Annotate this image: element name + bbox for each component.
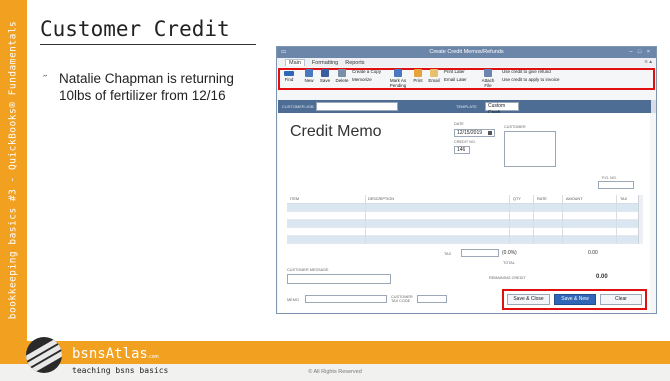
customer-job-label: CUSTOMER:JOB [282,104,314,109]
tab-main[interactable]: Main [285,59,305,66]
table-row[interactable] [287,212,643,220]
col-qty: QTY [513,197,521,201]
total-label: TOTAL [503,261,515,265]
toolbar: Find New Save Delete Create a Copy Memor… [278,68,656,90]
save-new-button[interactable]: Save & New [554,294,596,305]
use-credit-refund-button[interactable]: Use credit to give refund [502,69,572,74]
clear-button[interactable]: Clear [600,294,642,305]
grid-divider [562,195,563,244]
paperclip-icon [484,69,492,77]
bullet-text: Natalie Chapman is returning 10lbs of fe… [59,71,234,103]
delete-button[interactable]: Delete [334,69,350,83]
find-arrows-icon [284,71,294,76]
customer-tax-code-dropdown[interactable] [417,295,447,303]
memo-field[interactable] [305,295,387,303]
calendar-icon[interactable] [488,131,492,135]
customer-bar: CUSTOMER:JOB TEMPLATE Custom Credi... [278,100,656,116]
copyright: © All Rights Reserved [308,369,362,375]
envelope-icon [430,69,438,77]
grid-header: ITEM DESCRIPTION QTY RATE AMOUNT TAX [287,195,643,204]
table-row[interactable] [287,236,643,244]
template-label: TEMPLATE [456,104,477,109]
slide-title: Customer Credit [40,17,230,41]
tax-amount: 0.00 [588,250,598,256]
table-row[interactable] [287,220,643,228]
credit-no-label: CREDIT NO. [454,140,476,144]
memorize-button[interactable]: Memorize [352,77,388,82]
sidebar-course-title: bookkeeping basics #3 - QuickBooks® Fund… [7,20,19,320]
save-button[interactable]: Save [318,69,332,83]
new-icon [305,69,313,77]
window-titlebar: ▭ Create Credit Memos/Refunds – □ × [277,47,656,58]
pending-icon [394,69,402,77]
save-icon [321,69,329,77]
credit-memo-form: Credit Memo DATE 12/15/2019 CREDIT NO. 1… [278,113,650,313]
save-close-button[interactable]: Save & Close [507,294,550,305]
title-underline [40,44,256,45]
credit-no-field[interactable]: 146 [454,146,470,154]
col-description: DESCRIPTION [368,197,394,201]
printer-icon [414,69,422,77]
remaining-credit-label: REMAINING CREDIT [489,276,526,280]
customer-message-dropdown[interactable] [287,274,391,284]
find-button[interactable]: Find [282,69,296,82]
form-title: Credit Memo [290,123,382,140]
date-label: DATE [454,122,464,126]
use-credit-invoice-button[interactable]: Use credit to apply to invoice [502,77,572,82]
col-amount: AMOUNT [566,197,583,201]
email-button[interactable]: Email [427,69,441,83]
delete-icon [338,69,346,77]
customer-address-box[interactable] [504,131,556,167]
mark-pending-button[interactable]: Mark As Pending [388,69,408,88]
brand-domain: .com [147,354,159,360]
tax-rate: (0.0%) [502,250,517,256]
window-title: Create Credit Memos/Refunds [429,49,504,55]
attach-file-button[interactable]: Attach File [480,69,496,88]
table-row[interactable] [287,204,643,212]
bsnsatlas-logo-icon [26,337,62,373]
ribbon-controls[interactable]: ≡ ▴ [645,59,653,65]
grid-divider [509,195,510,244]
create-copy-button[interactable]: Create a Copy [352,69,388,74]
col-item: ITEM [290,197,300,201]
side-panel-toggle[interactable] [651,100,656,113]
print-later-checkbox[interactable]: Print Later [444,69,476,74]
tab-reports[interactable]: Reports [345,60,364,66]
col-rate: RATE [537,197,547,201]
window-controls[interactable]: – □ × [629,47,652,58]
tax-label: TAX [444,252,452,256]
new-button[interactable]: New [302,69,316,83]
po-no-label: P.O. NO. [602,176,617,180]
customer-tax-code-label: CUSTOMER TAX CODE [391,295,413,303]
grid-divider [533,195,534,244]
memo-label: MEMO [287,298,299,302]
template-dropdown[interactable]: Custom Credi... [485,102,519,116]
bullet-icon: ˝ [43,74,47,86]
item-grid: ITEM DESCRIPTION QTY RATE AMOUNT TAX [287,195,643,244]
ribbon-tabs: Main Formatting Reports ≡ ▴ [277,58,656,67]
credit-memo-window: ▭ Create Credit Memos/Refunds – □ × Main… [276,46,657,314]
customer-address-label: CUSTOMER [504,125,526,129]
window-app-icon: ▭ [281,49,287,55]
customer-message-label: CUSTOMER MESSAGE [287,268,329,272]
po-no-field[interactable] [598,181,634,189]
grid-divider [616,195,617,244]
grid-divider [365,195,366,244]
date-field[interactable]: 12/15/2019 [454,129,495,137]
email-later-checkbox[interactable]: Email Later [444,77,476,82]
tax-item-dropdown[interactable] [461,249,499,257]
brand-name: bsnsAtlas.com [72,346,159,362]
tab-formatting[interactable]: Formatting [312,60,338,66]
col-tax: TAX [620,197,628,201]
customer-job-dropdown[interactable] [316,102,398,111]
table-row[interactable] [287,228,643,236]
remaining-credit-value: 0.00 [596,274,608,280]
print-button[interactable]: Print [411,69,425,83]
grid-scrollbar[interactable] [638,195,643,244]
